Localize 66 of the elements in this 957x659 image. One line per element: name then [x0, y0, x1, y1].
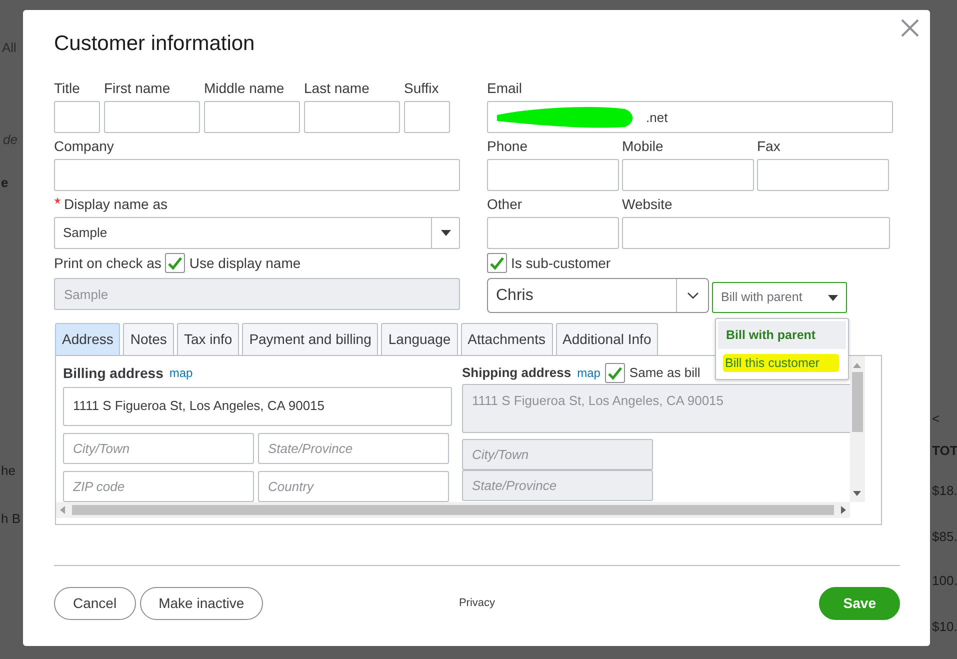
- field-label: Phone: [487, 137, 528, 155]
- tab[interactable]: Payment and billing: [242, 323, 378, 355]
- parent-dropdown[interactable]: Chris: [487, 278, 709, 313]
- field-label: Email: [487, 79, 524, 97]
- map-link[interactable]: map: [169, 364, 193, 382]
- privacy-link[interactable]: Privacy: [458, 595, 496, 612]
- background-text: $85.: [932, 528, 957, 546]
- field-label: Mobile: [622, 137, 664, 155]
- billing-dropdown[interactable]: Bill with parent: [712, 282, 847, 313]
- background-text: 100.: [932, 572, 957, 590]
- tab[interactable]: Language: [381, 323, 458, 355]
- input-field[interactable]: [487, 217, 619, 249]
- horizontal-scrollbar[interactable]: [56, 502, 850, 518]
- tab[interactable]: Address: [55, 323, 120, 355]
- checkbox[interactable]: [487, 253, 507, 273]
- input-field[interactable]: [304, 101, 400, 133]
- tab[interactable]: Attachments: [460, 323, 552, 355]
- field-label: Other: [487, 195, 524, 213]
- field-label: Display name as: [64, 195, 168, 213]
- field-label: Fax: [757, 137, 782, 155]
- checkbox-label: Same as bill: [629, 364, 700, 382]
- input-field[interactable]: [487, 159, 619, 191]
- field-label: Middle name: [204, 79, 286, 97]
- input-field[interactable]: Country: [258, 471, 449, 502]
- field-label: Company: [54, 137, 115, 155]
- address-field[interactable]: 1111 S Figueroa St, Los Angeles, CA 90015: [63, 386, 452, 426]
- background-text: h B: [1, 510, 22, 528]
- section-title: Shipping address: [462, 364, 572, 382]
- dropdown-field[interactable]: Sample: [54, 217, 460, 249]
- background-text: <: [932, 410, 941, 428]
- input-field[interactable]: City/Town: [63, 433, 254, 464]
- input-field[interactable]: [404, 101, 450, 133]
- dropdown-icon: [440, 230, 450, 236]
- field-label: Last name: [304, 79, 370, 97]
- close-button[interactable]: [901, 19, 919, 37]
- menu-option[interactable]: Bill with parent: [718, 321, 846, 349]
- input-field[interactable]: [622, 217, 890, 249]
- input-field[interactable]: [204, 101, 300, 133]
- background-text: he: [1, 462, 16, 480]
- tab[interactable]: Notes: [123, 323, 174, 355]
- input-field[interactable]: [622, 159, 754, 191]
- field-label: Print on check as: [54, 254, 162, 272]
- tab[interactable]: Tax info: [176, 323, 240, 355]
- background-text: $10.: [932, 618, 957, 636]
- dropdown-icon: [828, 294, 838, 300]
- chevron-icon: [686, 292, 698, 299]
- input-field[interactable]: [54, 101, 100, 133]
- background-text: $18.: [932, 482, 957, 500]
- input-field[interactable]: State/Province: [258, 433, 449, 464]
- section-title: Billing address: [63, 364, 164, 383]
- background-text: e: [1, 174, 10, 192]
- field-label: Website: [622, 195, 674, 213]
- input-field[interactable]: ZIP code: [63, 471, 254, 502]
- field-label: Suffix: [404, 79, 440, 97]
- checkbox-label: Is sub-customer: [511, 254, 611, 272]
- field-label: First name: [104, 79, 172, 97]
- dialog-title: Customer information: [54, 32, 256, 56]
- input-field[interactable]: [104, 101, 200, 133]
- vertical-scrollbar[interactable]: [850, 356, 865, 502]
- field-label: Title: [54, 79, 81, 97]
- footer-button[interactable]: Cancel: [54, 587, 136, 620]
- tab[interactable]: Additional Info: [556, 323, 658, 355]
- footer-button[interactable]: Make inactive: [140, 587, 264, 620]
- checkbox-label: Use display name: [189, 254, 301, 273]
- input-field[interactable]: [54, 159, 460, 191]
- input-field[interactable]: [757, 159, 889, 191]
